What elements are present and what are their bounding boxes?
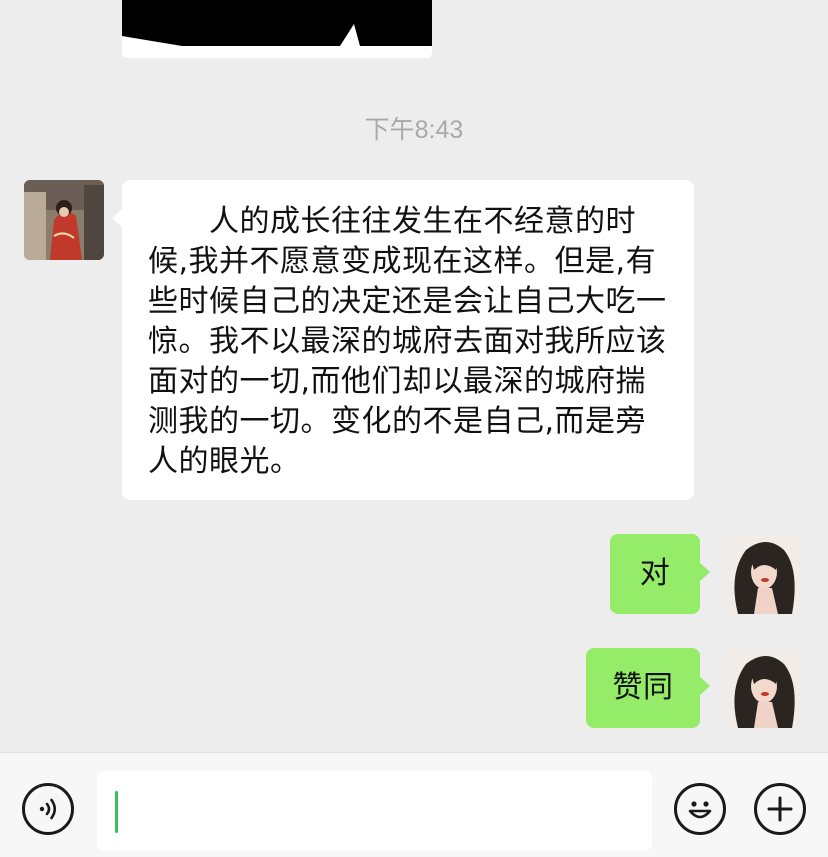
input-bar bbox=[0, 752, 828, 857]
contact-avatar[interactable] bbox=[24, 180, 104, 260]
image-content bbox=[122, 0, 432, 58]
text-caret bbox=[115, 791, 118, 833]
message-input[interactable] bbox=[97, 771, 652, 851]
outgoing-message-bubble[interactable]: 对 bbox=[610, 534, 710, 614]
emoji-icon bbox=[688, 801, 712, 819]
timestamp: 下午8:43 bbox=[364, 116, 464, 144]
plus-icon bbox=[767, 796, 793, 822]
my-avatar-image bbox=[724, 648, 804, 728]
voice-icon bbox=[39, 798, 57, 820]
message-text: 赞同 bbox=[612, 670, 674, 705]
message-text: 对 bbox=[639, 556, 671, 591]
my-avatar-image bbox=[724, 534, 804, 614]
my-avatar[interactable] bbox=[724, 648, 804, 728]
chat-message-area[interactable]: 下午8:43 人的成长往往发生在不经意的时候,我并不愿意变成现在这样。但是,有些… bbox=[0, 0, 828, 752]
message-text: 人的成长往往发生在不经意的时候,我并不愿意变成现在这样。但是,有些时候自己的决定… bbox=[148, 204, 667, 479]
image-message[interactable] bbox=[122, 0, 432, 58]
voice-button[interactable] bbox=[22, 783, 74, 835]
my-avatar[interactable] bbox=[724, 534, 804, 614]
bubble-tail bbox=[699, 562, 710, 582]
plus-button[interactable] bbox=[754, 783, 806, 835]
contact-avatar-image bbox=[24, 180, 104, 260]
emoji-button[interactable] bbox=[674, 783, 726, 835]
outgoing-message-bubble[interactable]: 赞同 bbox=[586, 648, 710, 728]
bubble-tail bbox=[112, 208, 123, 228]
incoming-message-bubble[interactable]: 人的成长往往发生在不经意的时候,我并不愿意变成现在这样。但是,有些时候自己的决定… bbox=[112, 180, 694, 500]
bubble-tail bbox=[699, 676, 710, 696]
